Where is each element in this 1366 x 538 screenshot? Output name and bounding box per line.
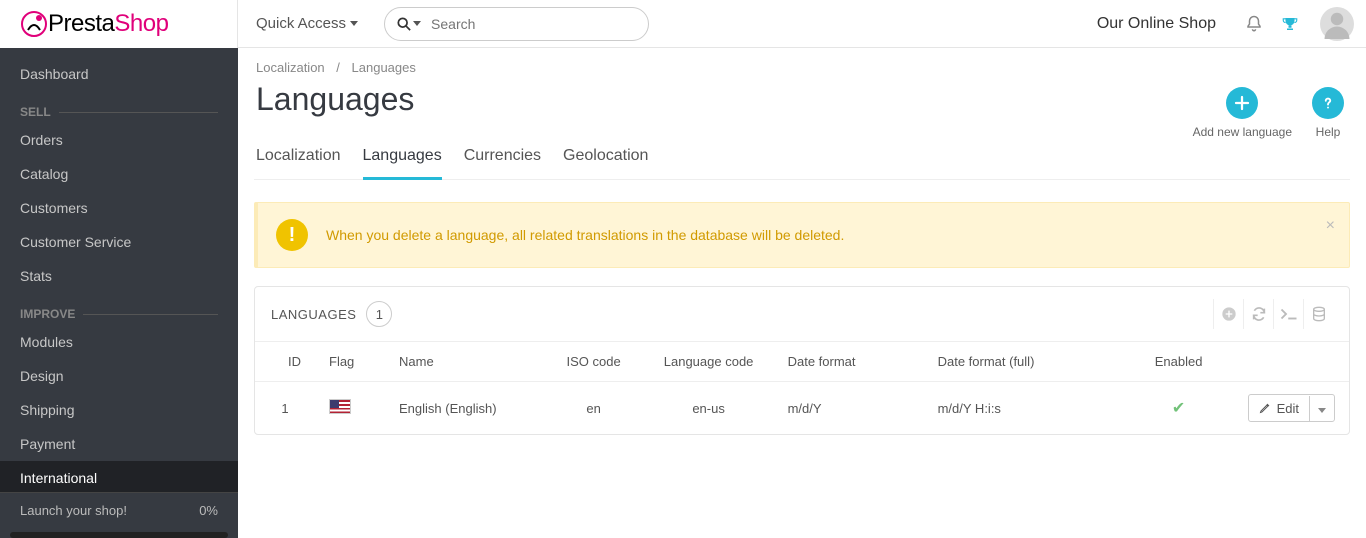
sidebar-item-design[interactable]: Design [0, 359, 238, 393]
cell-datefmt: m/d/Y [774, 382, 924, 435]
caret-down-icon [413, 21, 421, 26]
notifications-button[interactable] [1236, 15, 1272, 33]
cell-enabled[interactable]: ✔ [1124, 382, 1234, 435]
sidebar-item-stats[interactable]: Stats [0, 259, 238, 293]
launch-percent: 0% [199, 503, 218, 518]
tab-currencies[interactable]: Currencies [464, 139, 541, 180]
check-icon: ✔ [1172, 400, 1185, 417]
caret-down-icon [1318, 408, 1326, 413]
sidebar: Dashboard SELL Orders Catalog Customers … [0, 48, 238, 538]
panel-title: LANGUAGES [271, 307, 356, 322]
search-input[interactable] [431, 16, 611, 32]
tab-localization[interactable]: Localization [256, 139, 341, 180]
panel-export-button[interactable] [1303, 299, 1333, 329]
logo-text-shop: Shop [114, 10, 168, 37]
breadcrumb-current: Languages [352, 60, 416, 75]
plus-icon [1221, 306, 1237, 322]
panel-header: LANGUAGES 1 [255, 287, 1349, 342]
tab-geolocation[interactable]: Geolocation [563, 139, 648, 180]
logo-text-presta: Presta [48, 10, 114, 37]
search-scope-dropdown[interactable] [397, 17, 421, 31]
add-new-language-button[interactable]: Add new language [1193, 87, 1292, 139]
profile-avatar[interactable] [1320, 7, 1354, 41]
search-icon [397, 17, 411, 31]
quick-access-dropdown[interactable]: Quick Access [238, 15, 376, 32]
cell-flag [315, 382, 385, 435]
sidebar-section-sell: SELL [0, 91, 238, 123]
cell-lang: en-us [644, 382, 774, 435]
flag-us-icon [329, 399, 351, 414]
page-title: Languages [254, 75, 1193, 136]
languages-panel: LANGUAGES 1 ID Flag Name ISO code Langua… [254, 286, 1350, 435]
caret-down-icon [350, 21, 358, 26]
refresh-icon [1251, 306, 1267, 322]
panel-count-badge: 1 [366, 301, 392, 327]
sidebar-section-improve: IMPROVE [0, 293, 238, 325]
sidebar-item-international[interactable]: International [0, 461, 238, 495]
plus-circle-icon [1226, 87, 1258, 119]
breadcrumb-parent[interactable]: Localization [256, 60, 325, 75]
edit-label: Edit [1277, 401, 1299, 416]
sidebar-item-modules[interactable]: Modules [0, 325, 238, 359]
table-row[interactable]: 1 English (English) en en-us m/d/Y m/d/Y… [255, 382, 1349, 435]
col-datefmtfull[interactable]: Date format (full) [924, 342, 1124, 382]
col-id[interactable]: ID [255, 342, 315, 382]
launch-label: Launch your shop! [20, 503, 127, 518]
cell-iso: en [544, 382, 644, 435]
col-datefmt[interactable]: Date format [774, 342, 924, 382]
database-icon [1311, 306, 1327, 322]
tabs: Localization Languages Currencies Geoloc… [254, 139, 1350, 180]
warning-alert: ! When you delete a language, all relate… [254, 202, 1350, 268]
col-flag[interactable]: Flag [315, 342, 385, 382]
trophy-icon [1281, 15, 1299, 33]
alert-text: When you delete a language, all related … [326, 227, 844, 243]
help-circle-icon [1312, 87, 1344, 119]
panel-sql-button[interactable] [1273, 299, 1303, 329]
sidebar-item-dashboard[interactable]: Dashboard [0, 48, 238, 91]
sidebar-item-orders[interactable]: Orders [0, 123, 238, 157]
merit-button[interactable] [1272, 15, 1308, 33]
launch-bar[interactable]: Launch your shop! 0% [0, 492, 238, 528]
edit-dropdown-toggle[interactable] [1309, 396, 1334, 421]
shop-name-link[interactable]: Our Online Shop [1097, 15, 1236, 33]
col-langcode[interactable]: Language code [644, 342, 774, 382]
person-icon [1322, 9, 1352, 39]
sidebar-item-catalog[interactable]: Catalog [0, 157, 238, 191]
col-iso[interactable]: ISO code [544, 342, 644, 382]
search-wrap [384, 7, 649, 41]
terminal-icon [1280, 307, 1298, 321]
cell-datefmtfull: m/d/Y H:i:s [924, 382, 1124, 435]
add-new-language-label: Add new language [1193, 125, 1292, 139]
launch-progressbar [10, 532, 228, 538]
col-enabled[interactable]: Enabled [1124, 342, 1234, 382]
pencil-icon [1259, 402, 1271, 414]
alert-close-button[interactable]: × [1326, 217, 1335, 235]
edit-button[interactable]: Edit [1248, 394, 1335, 422]
cell-name: English (English) [385, 382, 544, 435]
panel-refresh-button[interactable] [1243, 299, 1273, 329]
exclamation-icon: ! [276, 219, 308, 251]
help-label: Help [1316, 125, 1341, 139]
tab-languages[interactable]: Languages [363, 139, 442, 180]
languages-table: ID Flag Name ISO code Language code Date… [255, 342, 1349, 434]
sidebar-item-customers[interactable]: Customers [0, 191, 238, 225]
breadcrumb: Localization / Languages [254, 48, 1350, 75]
cell-id: 1 [255, 382, 315, 435]
help-button[interactable]: Help [1312, 87, 1344, 139]
panel-add-button[interactable] [1213, 299, 1243, 329]
sidebar-item-payment[interactable]: Payment [0, 427, 238, 461]
bell-icon [1245, 15, 1263, 33]
sidebar-item-customer-service[interactable]: Customer Service [0, 225, 238, 259]
logo[interactable]: PrestaShop [0, 0, 238, 48]
col-name[interactable]: Name [385, 342, 544, 382]
quick-access-label: Quick Access [256, 15, 346, 32]
sidebar-item-shipping[interactable]: Shipping [0, 393, 238, 427]
main-content: Localization / Languages Languages Add n… [238, 48, 1366, 538]
